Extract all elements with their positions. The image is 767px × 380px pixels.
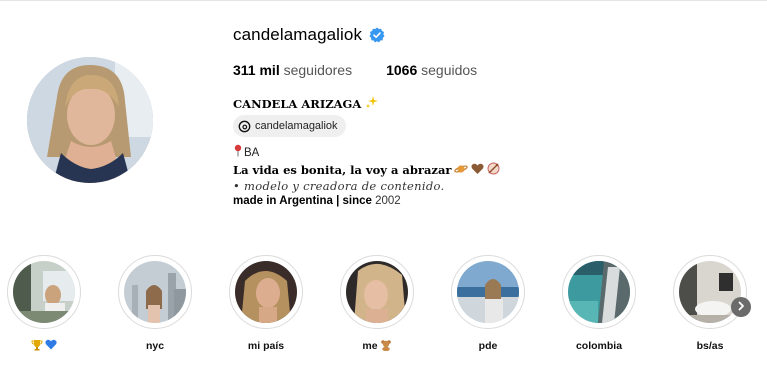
following-stat[interactable]: 1066 seguidos [386,62,477,78]
following-label: seguidos [421,62,478,78]
trophy-icon [31,339,43,354]
bio-line-motto: La vida es bonita, la voy a abrazar [233,163,452,177]
bio-location: BA [244,146,260,159]
story-highlights: nyc mi país me pde colombia bs/as [6,255,767,355]
highlight-label: pde [478,340,498,352]
highlight-label: mi país [247,340,285,352]
highlights-next-button[interactable] [731,297,751,317]
highlight-item[interactable]: colombia [561,255,637,353]
following-count: 1066 [386,62,418,78]
highlight-cover [124,261,186,323]
highlight-label: nyc [145,340,165,352]
highlight-item[interactable]: nyc [117,255,193,353]
top-divider [0,0,767,1]
bow-arrow-icon [487,162,500,179]
bio-origin: made in Argentina | since [233,195,372,207]
chevron-right-icon [736,298,746,316]
verified-badge-icon [369,27,385,43]
highlight-item[interactable] [6,255,82,353]
planet-icon [454,163,469,179]
profile-bio: BA La vida es bonita, la voy a abrazar •… [233,144,500,209]
sparkle-icon [365,95,379,112]
highlight-item[interactable]: me [339,255,415,353]
highlight-cover [457,261,519,323]
bio-line-occupation: • modelo y creadora de contenido. [233,179,445,193]
highlight-item[interactable]: pde [450,255,526,353]
highlight-label [6,339,82,353]
blue-heart-icon [45,339,57,353]
highlight-cover [568,261,630,323]
highlight-cover [13,261,75,323]
threads-icon [238,120,251,133]
teddy-bear-icon [380,339,392,354]
highlight-item[interactable]: mi país [228,255,304,353]
highlight-cover [235,261,297,323]
followers-stat[interactable]: 311 mil seguidores [233,62,352,78]
highlight-cover [346,261,408,323]
threads-handle: candelamagaliok [255,120,338,132]
pin-icon [233,144,243,162]
bio-year: 2002 [375,195,401,207]
threads-link[interactable]: candelamagaliok [233,115,346,137]
profile-avatar[interactable] [27,57,153,183]
highlight-label: bs/as [696,340,724,352]
highlight-cover [679,261,741,323]
heart-icon [471,163,484,179]
followers-count: 311 mil [233,62,280,78]
profile-full-name: CANDELA ARIZAGA [233,96,362,111]
followers-label: seguidores [283,62,353,78]
profile-username: candelamagaliok [233,25,363,44]
highlight-label: colombia [575,340,623,352]
highlight-label: me [339,339,415,353]
